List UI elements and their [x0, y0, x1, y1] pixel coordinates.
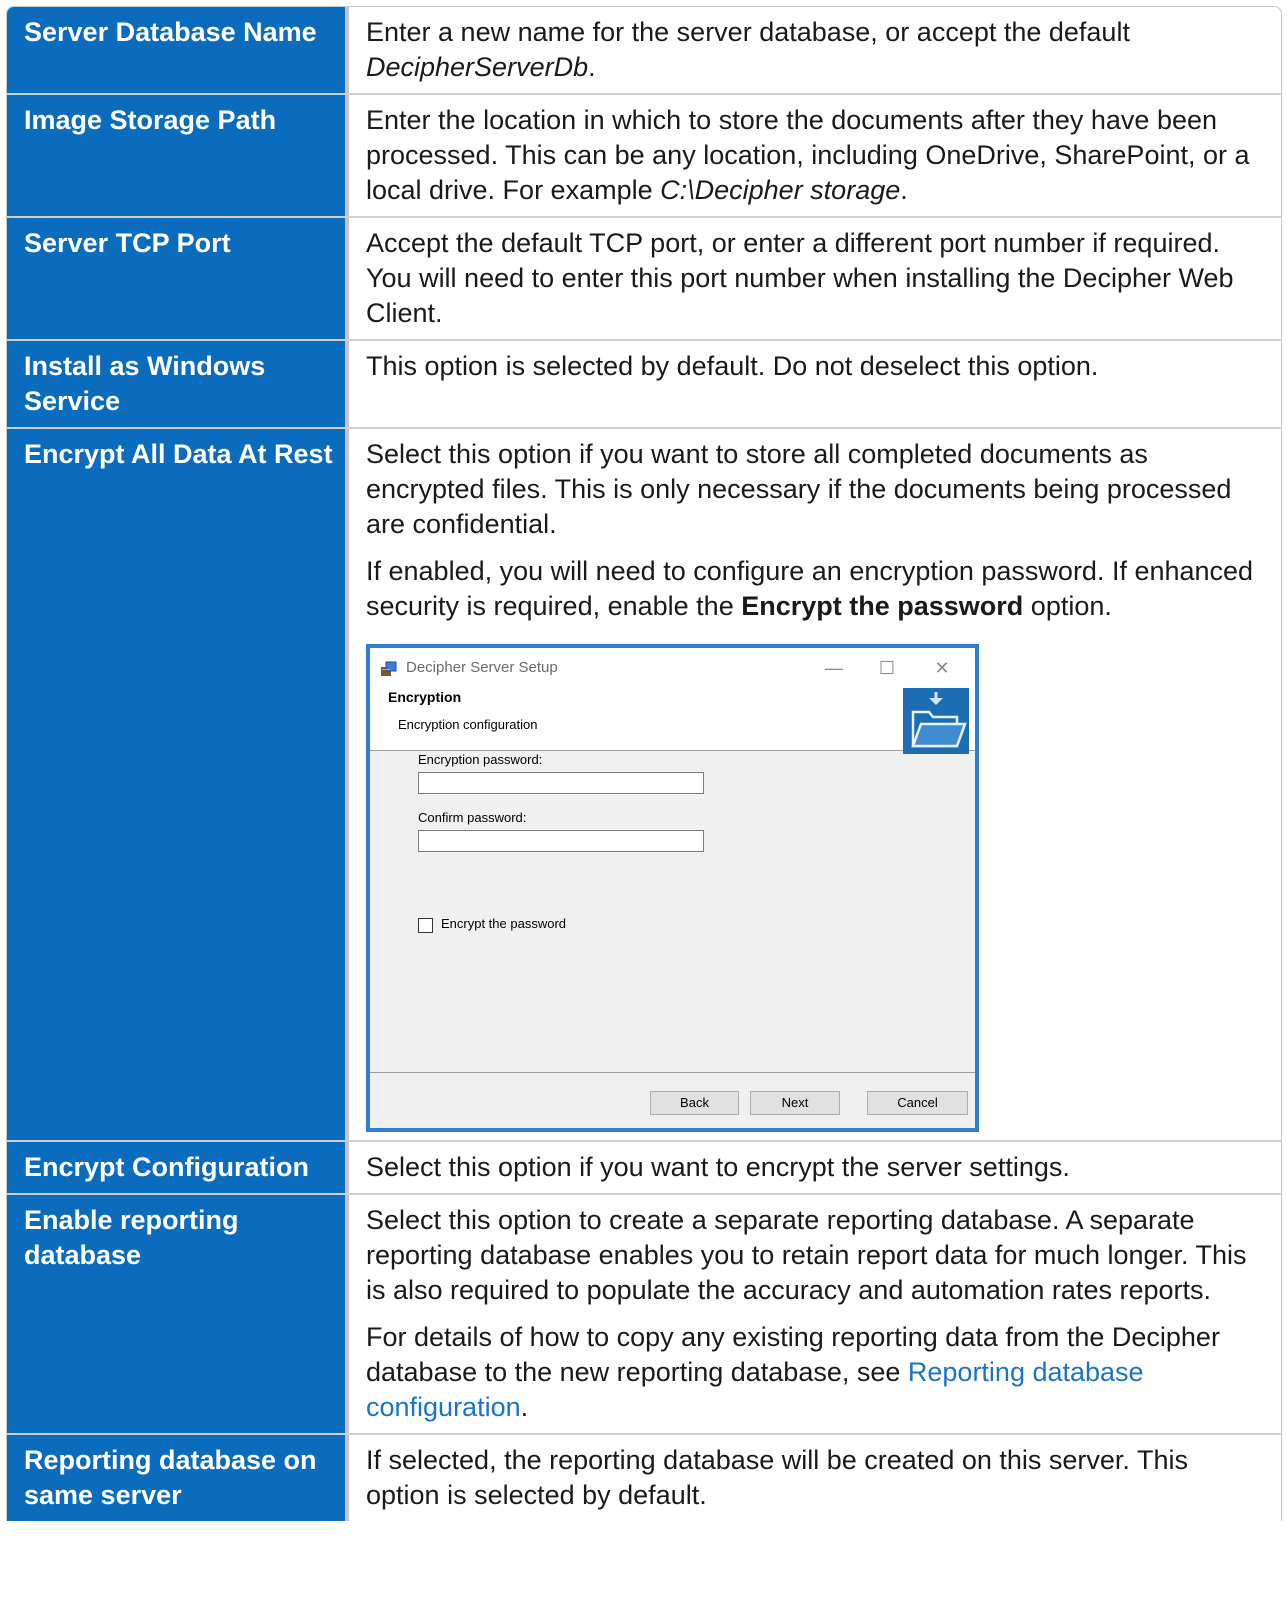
setting-name: Reporting database on same server [7, 1435, 349, 1521]
back-button[interactable]: Back [650, 1091, 739, 1115]
setting-description: Accept the default TCP port, or enter a … [349, 218, 1281, 339]
table-row: Reporting database on same server If sele… [7, 1435, 1281, 1521]
setting-description: Select this option if you want to encryp… [349, 1142, 1281, 1193]
setting-description: Select this option to create a separate … [349, 1195, 1281, 1433]
close-icon[interactable]: ✕ [930, 656, 954, 680]
encryption-password-input[interactable] [418, 772, 704, 794]
maximize-icon[interactable]: ☐ [875, 656, 899, 680]
dialog-title: Decipher Server Setup [406, 659, 558, 676]
italic-value: C:\Decipher storage [660, 175, 901, 205]
minimize-icon[interactable]: — [822, 656, 846, 680]
confirm-password-input[interactable] [418, 830, 704, 852]
setup-app-icon [381, 661, 397, 676]
next-button[interactable]: Next [750, 1091, 840, 1115]
description-paragraph: Select this option if you want to store … [366, 437, 1261, 542]
description-paragraph: If selected, the reporting database will… [366, 1443, 1261, 1513]
setting-description: This option is selected by default. Do n… [349, 341, 1281, 427]
description-paragraph: Enter a new name for the server database… [366, 15, 1261, 85]
encryption-password-label: Encryption password: [418, 752, 543, 767]
text-run: If selected, the reporting database will… [366, 1445, 1188, 1510]
setup-dialog-screenshot: Decipher Server Setup — ☐ ✕ Encryption E… [366, 644, 979, 1132]
table-row: Enable reporting database Select this opt… [7, 1195, 1281, 1435]
dialog-header-title: Encryption [388, 689, 462, 705]
text-run: . [900, 175, 908, 205]
table-row: Install as Windows Service This option is… [7, 341, 1281, 429]
description-paragraph: Select this option if you want to encryp… [366, 1150, 1261, 1185]
confirm-password-label: Confirm password: [418, 810, 527, 825]
encrypt-password-checkbox-label: Encrypt the password [441, 916, 567, 931]
description-paragraph: This option is selected by default. Do n… [366, 349, 1261, 384]
text-run: . [588, 52, 596, 82]
dialog-body: Encryption password: Confirm password: E… [370, 752, 975, 1068]
text-run: . [520, 1392, 529, 1422]
description-paragraph: If enabled, you will need to configure a… [366, 554, 1261, 624]
text-run: option. [1023, 591, 1112, 621]
description-paragraph: Enter the location in which to store the… [366, 103, 1261, 208]
dialog-header: Encryption Encryption configuration [370, 688, 975, 754]
text-run: Enter a new name for the server database… [366, 17, 1130, 47]
table-row: Encrypt All Data At Rest Select this opti… [7, 429, 1281, 1142]
setting-name: Enable reporting database [7, 1195, 349, 1433]
ui-option-name: Encrypt the password [741, 591, 1024, 621]
setting-name: Server TCP Port [7, 218, 349, 339]
dialog-header-subtitle: Encryption configuration [398, 717, 538, 732]
table-row: Encrypt Configuration Select this option … [7, 1142, 1281, 1195]
description-paragraph: For details of how to copy any existing … [366, 1320, 1261, 1425]
table-row: Server Database Name Enter a new name for… [7, 7, 1281, 95]
text-run: Select this option if you want to store … [366, 439, 1232, 539]
setting-name: Encrypt All Data At Rest [7, 429, 349, 1140]
text-run: Accept the default TCP port, or enter a … [366, 228, 1234, 328]
dialog-footer-divider [370, 1072, 975, 1073]
setting-name: Install as Windows Service [7, 341, 349, 427]
setting-description: Enter a new name for the server database… [349, 7, 1281, 93]
encrypt-password-checkbox[interactable] [418, 918, 433, 933]
description-paragraph: Accept the default TCP port, or enter a … [366, 226, 1261, 331]
text-run: This option is selected by default. Do n… [366, 351, 1099, 381]
text-run: Select this option if you want to encryp… [366, 1152, 1070, 1182]
description-paragraph: Select this option to create a separate … [366, 1203, 1261, 1308]
dialog-titlebar: Decipher Server Setup — ☐ ✕ [370, 648, 975, 688]
setting-description: If selected, the reporting database will… [349, 1435, 1281, 1521]
setting-description: Enter the location in which to store the… [349, 95, 1281, 216]
settings-table: Server Database Name Enter a new name for… [6, 6, 1282, 1521]
folder-download-icon [903, 688, 969, 754]
setting-description: Select this option if you want to store … [349, 429, 1281, 1140]
table-row: Server TCP Port Accept the default TCP po… [7, 218, 1281, 341]
setting-name: Server Database Name [7, 7, 349, 93]
italic-value: DecipherServerDb [366, 52, 589, 82]
table-row: Image Storage Path Enter the location in … [7, 95, 1281, 218]
cancel-button[interactable]: Cancel [867, 1091, 968, 1115]
text-run: Select this option to create a separate … [366, 1205, 1247, 1305]
setting-name: Encrypt Configuration [7, 1142, 349, 1193]
setting-name: Image Storage Path [7, 95, 349, 216]
